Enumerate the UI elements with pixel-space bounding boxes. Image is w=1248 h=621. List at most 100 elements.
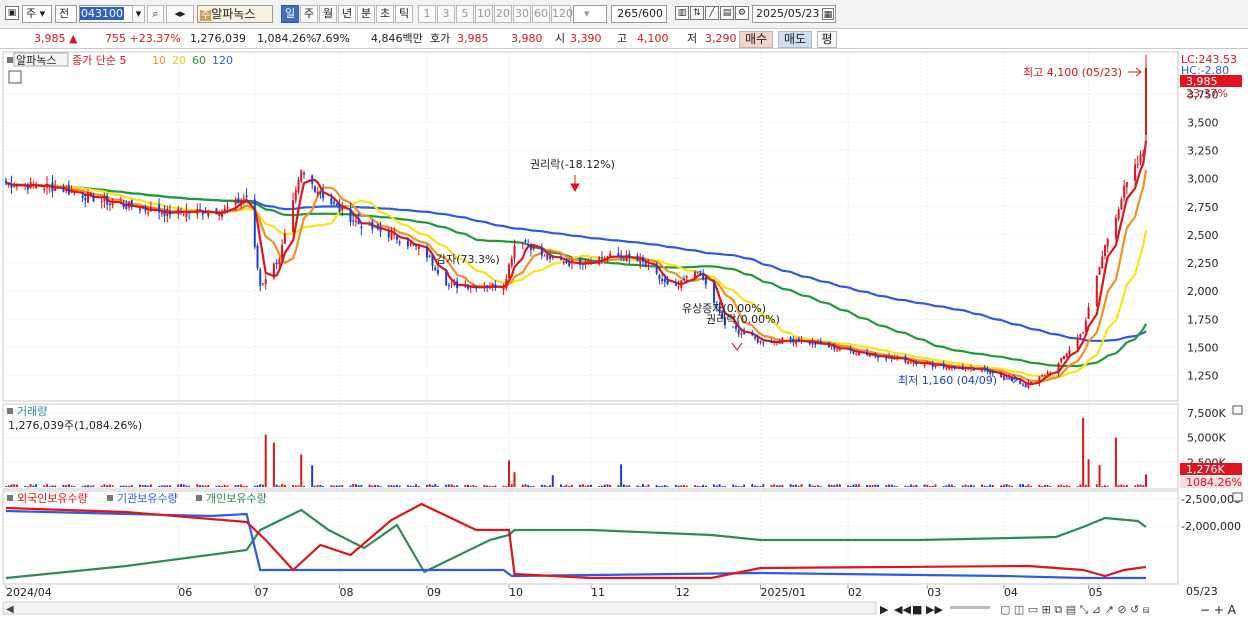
candle-body [264, 279, 267, 285]
volume-panel-frame [2, 403, 1179, 490]
code-dropdown-button[interactable]: ▾ [132, 5, 145, 23]
period-tick-button[interactable]: 틱 [395, 5, 413, 23]
period-year-button[interactable]: 년 [338, 5, 356, 23]
sell-button[interactable]: 매도 [778, 31, 812, 48]
period-month-button[interactable]: 월 [319, 5, 337, 23]
volume-bar [5, 486, 7, 487]
volume-close-icon[interactable] [1232, 405, 1243, 415]
zoom-controls-icon[interactable]: − + A [1200, 603, 1237, 617]
holdings-menu-icon[interactable] [7, 495, 13, 501]
minute-30-button[interactable]: 30 [513, 5, 531, 23]
period-week-button[interactable]: 주 [300, 5, 318, 23]
period-minute-button[interactable]: 분 [357, 5, 375, 23]
buy-button[interactable]: 매수 [739, 31, 773, 48]
candle-body [1065, 353, 1068, 358]
custom-period-select[interactable]: ▾ [573, 5, 607, 23]
minute-5-button[interactable]: 5 [456, 5, 474, 23]
volume-bar [549, 485, 552, 487]
drawing-tool-icon[interactable]: ╱ [705, 6, 719, 20]
candle-body [945, 367, 948, 369]
volume-bar [349, 485, 352, 487]
volume-bar [830, 484, 833, 487]
candle-body [923, 365, 926, 367]
rewind-icon[interactable]: ◀◀ [894, 603, 911, 616]
candle-body [73, 192, 76, 194]
panel-menu-icon[interactable] [7, 57, 13, 63]
volume-bar [540, 484, 543, 487]
candle-body [313, 185, 316, 192]
candle-body [877, 356, 880, 359]
candle-body [524, 240, 527, 242]
volume-menu-icon[interactable] [7, 408, 13, 414]
table-view-icon[interactable] [8, 70, 22, 84]
forward-icon[interactable]: ▶▶ [926, 603, 943, 616]
volume-bar [15, 484, 18, 487]
candle-body [338, 204, 341, 212]
minute-3-button[interactable]: 3 [437, 5, 455, 23]
candle-body [7, 182, 10, 186]
market-select[interactable]: 주 ▾ [22, 5, 52, 23]
stop-icon[interactable]: ■ [912, 603, 922, 616]
search-icon[interactable]: ⌕ [147, 5, 164, 23]
candle-body [929, 362, 932, 364]
holdings-close-icon[interactable] [1232, 492, 1243, 502]
period-day-button[interactable]: 일 [281, 5, 299, 23]
candle-body [830, 345, 833, 347]
save-icon[interactable]: ▤ [720, 6, 734, 20]
candle-body [374, 226, 377, 228]
horizontal-scrollbar[interactable] [2, 601, 877, 615]
navigation-controls[interactable]: ▶ ◀◀ ■ ▶▶ ▢ ◫ ▭ ⊞ ⧉ ▤ ⤡ ⊿ ↗ ⊘ ↺ ⧈ − + A [880, 603, 1237, 617]
candle-body [549, 255, 552, 260]
volume-bar [316, 485, 319, 487]
volume-bar [13, 484, 16, 487]
volume-bar [1038, 484, 1041, 487]
legend-ma10: 10 [152, 54, 166, 67]
volume-bar [1134, 485, 1137, 487]
volume-bar [259, 484, 262, 487]
volume-bar [732, 484, 735, 487]
scroll-right-icon[interactable]: ▶ [880, 603, 889, 616]
minute-60-button[interactable]: 60 [532, 5, 550, 23]
window-icon[interactable]: ▣ [5, 6, 19, 20]
candle-body [1079, 333, 1082, 337]
tool-icons[interactable]: ▢ ◫ ▭ ⊞ ⧉ ▤ ⤡ ⊿ ↗ ⊘ ↺ ⧈ [1000, 603, 1150, 616]
volume-bar [395, 485, 398, 487]
candle-body [256, 245, 259, 269]
minute-10-button[interactable]: 10 [475, 5, 493, 23]
volume-bar [475, 486, 478, 487]
candle-body [934, 365, 937, 367]
volume-bar [737, 485, 740, 487]
candle-body [453, 283, 456, 286]
volume-bar [718, 484, 721, 487]
volume-bar [426, 484, 429, 487]
mode-select[interactable]: 전 [55, 5, 77, 23]
eval-button[interactable]: 평 [817, 31, 837, 48]
candle-body [185, 210, 188, 218]
calendar-icon[interactable]: ▦ [822, 8, 834, 20]
volume-bar [319, 484, 322, 487]
candle-body [852, 350, 855, 354]
candle-body [149, 207, 152, 212]
volume-bar [376, 485, 379, 487]
zoom-slider[interactable] [950, 606, 990, 609]
period-second-button[interactable]: 초 [376, 5, 394, 23]
volume-bar [795, 484, 798, 487]
gear-icon[interactable]: ⚙ [735, 6, 749, 20]
scroll-left-icon[interactable]: ◀ [6, 604, 14, 615]
prev-next-button[interactable]: ◂▸ [166, 5, 194, 23]
candle-type-icon[interactable]: ▥ [675, 6, 689, 20]
minute-20-button[interactable]: 20 [494, 5, 512, 23]
candle-body [885, 357, 888, 360]
candle-body [628, 253, 631, 258]
candle-body [1120, 199, 1123, 210]
minute-1-button[interactable]: 1 [418, 5, 436, 23]
candle-body [215, 208, 218, 215]
candle-body [5, 180, 7, 184]
count-input[interactable]: 265/600 [611, 5, 667, 23]
candle-body [13, 186, 16, 188]
indicator-icon[interactable]: ⇅ [690, 6, 704, 20]
candle-body [1008, 376, 1011, 378]
minute-120-button[interactable]: 120 [551, 5, 573, 23]
volume-bar [226, 485, 229, 487]
candle-body [1084, 320, 1087, 332]
